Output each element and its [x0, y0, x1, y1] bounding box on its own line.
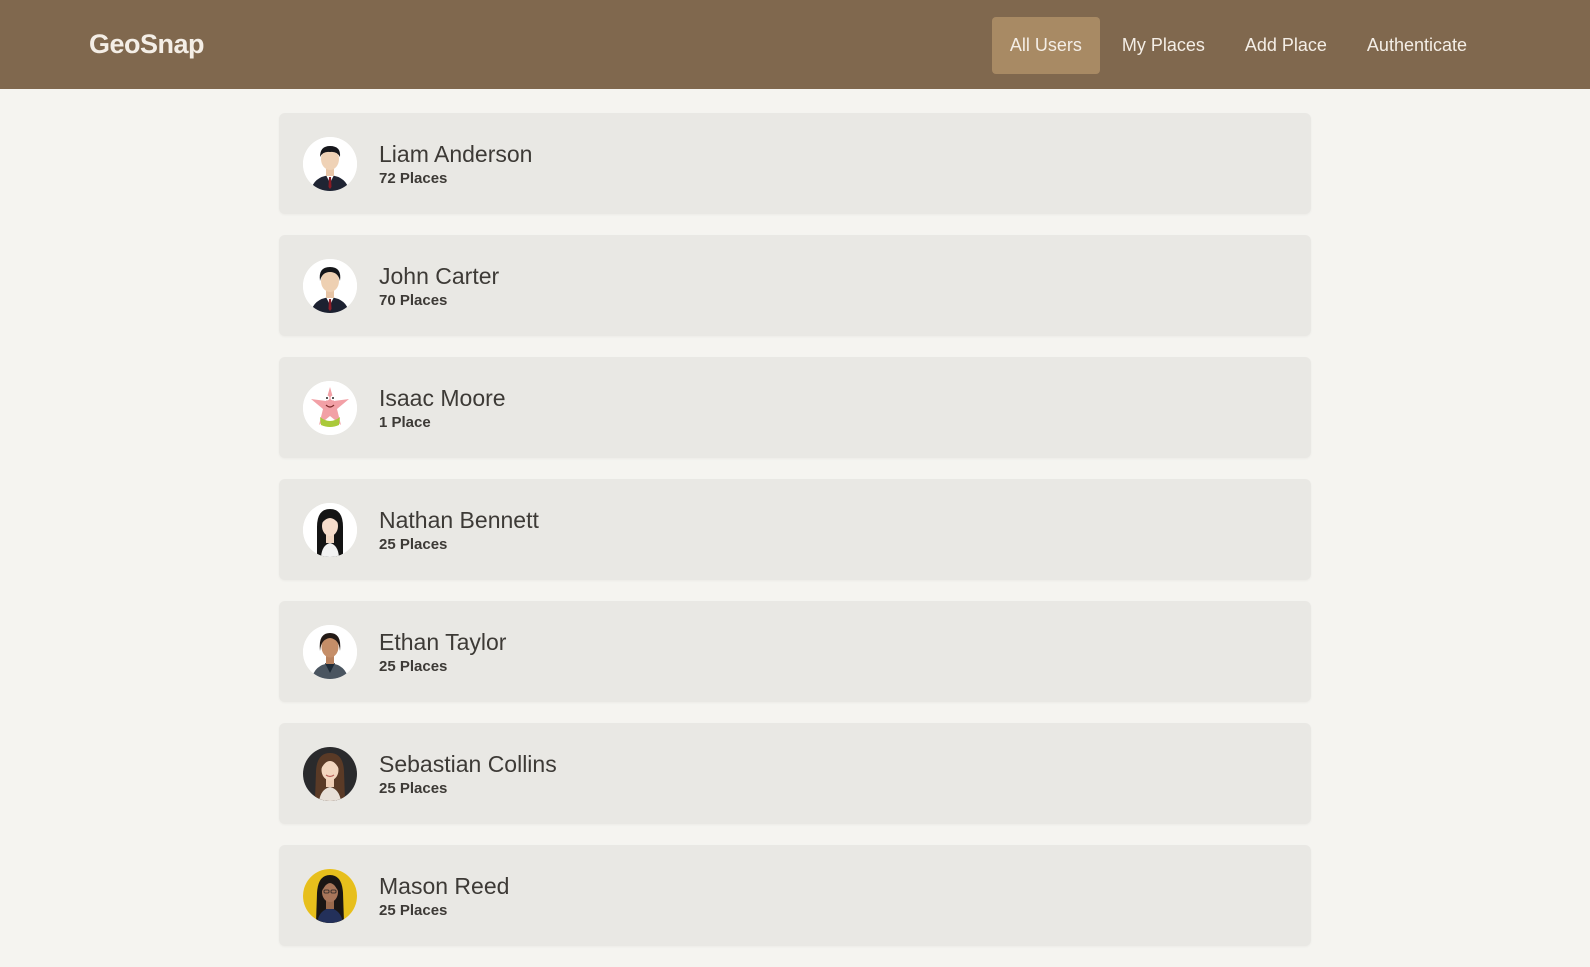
- user-name: Nathan Bennett: [379, 507, 539, 533]
- user-card-sebastian-collins[interactable]: Sebastian Collins 25 Places: [279, 723, 1311, 824]
- user-places-count: 25 Places: [379, 902, 448, 919]
- user-info: Liam Anderson 72 Places: [379, 140, 532, 187]
- user-info: Nathan Bennett 25 Places: [379, 506, 539, 553]
- user-card-mason-reed[interactable]: Mason Reed 25 Places: [279, 845, 1311, 946]
- person-blazer-avatar-icon: [303, 624, 357, 679]
- nav-authenticate[interactable]: Authenticate: [1349, 17, 1485, 74]
- user-name: Mason Reed: [379, 873, 510, 899]
- user-card-nathan-bennett[interactable]: Nathan Bennett 25 Places: [279, 479, 1311, 580]
- user-name: John Carter: [379, 263, 500, 289]
- user-card-isaac-moore[interactable]: Isaac Moore 1 Place: [279, 357, 1311, 458]
- user-places-count: 1 Place: [379, 414, 431, 431]
- nav-my-places[interactable]: My Places: [1104, 17, 1223, 74]
- nav-all-users[interactable]: All Users: [991, 17, 1100, 74]
- cartoon-starfish-avatar-icon: [303, 380, 357, 435]
- user-info: Isaac Moore 1 Place: [379, 384, 506, 431]
- top-navigation-bar: GeoSnap All Users My Places Add Place Au…: [0, 0, 1590, 89]
- user-places-count: 25 Places: [379, 780, 448, 797]
- nav-add-place[interactable]: Add Place: [1227, 17, 1345, 74]
- person-long-hair-avatar-icon: [303, 502, 357, 557]
- user-places-count: 70 Places: [379, 292, 448, 309]
- main-nav: All Users My Places Add Place Authentica…: [991, 17, 1485, 74]
- user-info: Mason Reed 25 Places: [379, 872, 509, 919]
- user-name: Sebastian Collins: [379, 751, 557, 777]
- person-suit-avatar-icon: [303, 258, 357, 313]
- user-name: Ethan Taylor: [379, 629, 507, 655]
- user-places-count: 72 Places: [379, 170, 448, 187]
- user-places-count: 25 Places: [379, 536, 448, 553]
- user-info: Sebastian Collins 25 Places: [379, 750, 557, 797]
- user-card-ethan-taylor[interactable]: Ethan Taylor 25 Places: [279, 601, 1311, 702]
- user-list: Liam Anderson 72 Places John Carter 70 P…: [279, 113, 1311, 967]
- user-name: Liam Anderson: [379, 141, 533, 167]
- user-info: Ethan Taylor 25 Places: [379, 628, 506, 675]
- person-suit-avatar-icon: [303, 136, 357, 191]
- user-card-liam-anderson[interactable]: Liam Anderson 72 Places: [279, 113, 1311, 214]
- person-dark-bg-avatar-icon: [303, 746, 357, 801]
- user-name: Isaac Moore: [379, 385, 506, 411]
- user-card-john-carter[interactable]: John Carter 70 Places: [279, 235, 1311, 336]
- user-info: John Carter 70 Places: [379, 262, 499, 309]
- user-places-count: 25 Places: [379, 658, 448, 675]
- brand-logo[interactable]: GeoSnap: [89, 29, 205, 60]
- person-yellow-bg-avatar-icon: [303, 868, 357, 923]
